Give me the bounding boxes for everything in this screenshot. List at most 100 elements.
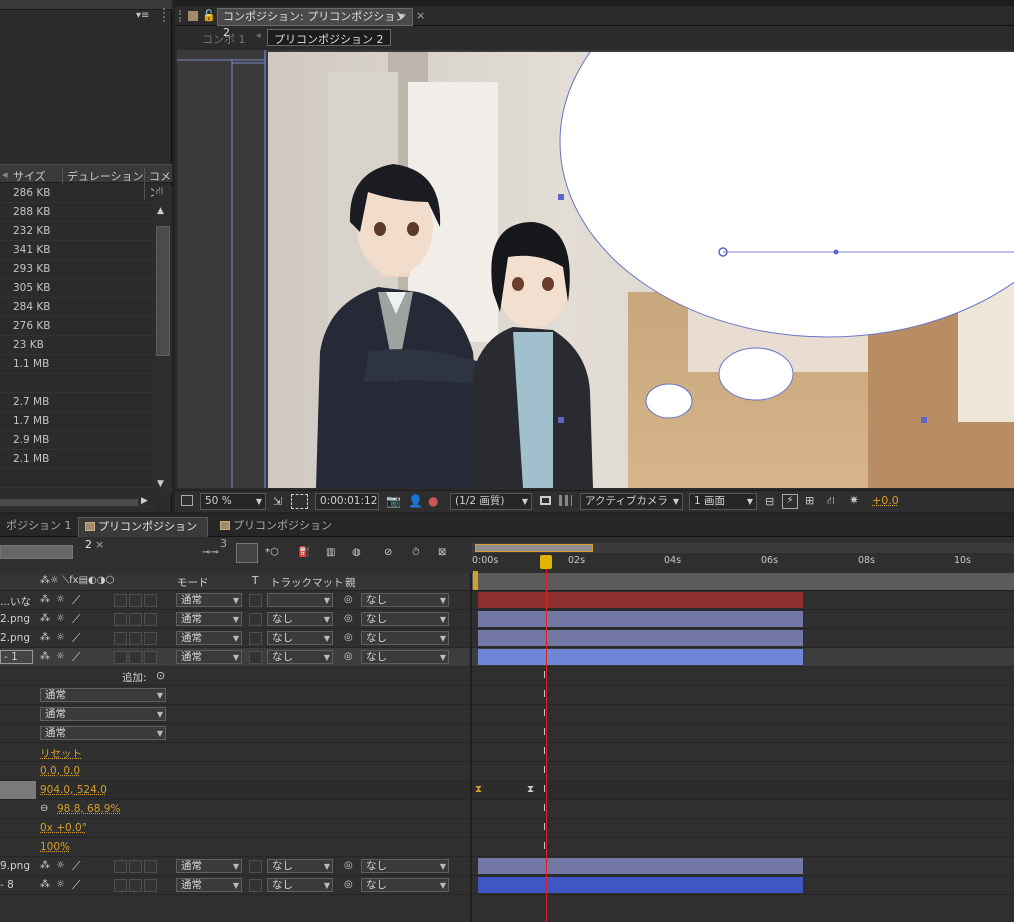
switch-box[interactable] <box>114 594 127 607</box>
collapse-icon[interactable]: ☼ <box>56 651 65 662</box>
list-item[interactable]: 2.7 MB <box>0 393 154 412</box>
layer-name[interactable]: - 1 <box>0 650 33 664</box>
scale-value[interactable]: 98.8, 68.9% <box>57 803 120 815</box>
list-item[interactable]: 1.7 MB <box>0 412 154 431</box>
pickwhip-icon[interactable]: ◎ <box>344 879 353 890</box>
collapse-icon[interactable]: ☼ <box>56 860 65 871</box>
lock-icon[interactable]: 🔓 <box>202 9 216 22</box>
time-navigator[interactable] <box>472 573 1014 590</box>
live-update-icon[interactable] <box>236 543 258 563</box>
parent-select[interactable]: なし ▼ <box>361 878 449 892</box>
list-item[interactable]: 293 KB <box>0 260 154 279</box>
tab-dropdown-icon[interactable]: ▼ <box>398 9 404 25</box>
scroll-up-icon[interactable]: ▲ <box>157 206 164 216</box>
layer-row[interactable]: 2.png ⁂ ☼ ⟋ 通常 ▼ なし ▼ ◎ なし ▼ <box>0 610 1014 629</box>
search-input[interactable] <box>0 545 73 559</box>
motion-blur-icon[interactable]: ◍ <box>352 547 361 558</box>
reset-link[interactable]: リセット <box>40 746 82 761</box>
mode-select[interactable]: 通常 ▼ <box>176 878 242 892</box>
timeline-icon[interactable]: ⊞ <box>805 494 814 507</box>
eye-icon[interactable]: ⁂ <box>40 860 50 871</box>
parent-select[interactable]: なし ▼ <box>361 859 449 873</box>
preserve-transparency-box[interactable] <box>249 594 262 607</box>
list-item[interactable]: 276 KB <box>0 317 154 336</box>
graph-editor-icon[interactable]: ⊠ <box>438 547 446 558</box>
list-item[interactable]: 2.1 MB <box>0 450 154 469</box>
pickwhip-icon[interactable]: ◎ <box>344 632 353 643</box>
column-trackmatte[interactable]: トラックマット <box>270 575 344 590</box>
timecode-field[interactable]: 0:00:01:12 <box>315 493 379 510</box>
trackmatte-select[interactable]: なし ▼ <box>267 878 333 892</box>
switch-box[interactable] <box>144 594 157 607</box>
switch-box[interactable] <box>129 613 142 626</box>
switch-box[interactable] <box>114 632 127 645</box>
trackmatte-select[interactable]: なし ▼ <box>267 631 333 645</box>
column-t[interactable]: T <box>252 575 258 587</box>
layer-duration-bar[interactable] <box>478 877 803 893</box>
resolution-select[interactable]: (1/2 画質) ▼ <box>450 493 532 510</box>
eye-icon[interactable]: ⁂ <box>40 651 50 662</box>
opacity-value[interactable]: 100% <box>40 841 70 853</box>
list-item[interactable]: 341 KB <box>0 241 154 260</box>
switch-box[interactable] <box>144 651 157 664</box>
layer-row[interactable]: ...いな ⁂ ☼ ⟋ 通常 ▼ ▼ ◎ なし ▼ <box>0 591 1014 610</box>
panel-menu-icon[interactable]: ▾≡ <box>136 10 149 21</box>
layer-duration-bar[interactable] <box>478 630 803 646</box>
work-area-track[interactable] <box>472 543 1014 553</box>
switch-box[interactable] <box>129 632 142 645</box>
current-time-indicator-head[interactable] <box>540 555 552 569</box>
preserve-transparency-box[interactable] <box>249 632 262 645</box>
tab-precomp-2[interactable]: プリコンポジション 2 × <box>78 517 208 551</box>
flowchart-icon[interactable]: ⛙ <box>156 186 163 199</box>
switch-box[interactable] <box>144 860 157 873</box>
exposure-value[interactable]: +0.0 <box>872 494 899 507</box>
layer-duration-bar[interactable] <box>478 611 803 627</box>
layer-row[interactable]: - 1 ⁂ ☼ ⟋ 通常 ▼ なし ▼ ◎ なし ▼ <box>0 648 1014 667</box>
toggle-pixel-icon[interactable]: ⊟ <box>765 495 774 508</box>
eye-icon[interactable]: ⁂ <box>40 879 50 890</box>
mode-select[interactable]: 通常 ▼ <box>176 650 242 664</box>
switch-box[interactable] <box>114 879 127 892</box>
quality-icon[interactable]: ⟋ <box>72 650 80 665</box>
blend-mode-select[interactable]: 通常 ▼ <box>40 688 166 702</box>
fit-icon[interactable]: ⇲ <box>273 495 282 508</box>
preserve-transparency-box[interactable] <box>249 860 262 873</box>
scroll-thumb[interactable] <box>156 226 170 356</box>
layer-name[interactable]: 2.png <box>0 613 30 625</box>
layer-duration-bar[interactable] <box>478 649 803 665</box>
list-item[interactable]: 2.9 MB <box>0 431 154 450</box>
list-item[interactable]: 305 KB <box>0 279 154 298</box>
list-item[interactable]: 23 KB <box>0 336 154 355</box>
collapse-icon[interactable]: ☼ <box>56 879 65 890</box>
composition-mini-flowchart-icon[interactable]: ⊸⊸ <box>202 547 219 558</box>
position-value[interactable]: 904.0, 524.0 <box>40 784 107 796</box>
scroll-down-icon[interactable]: ▼ <box>157 479 164 489</box>
zoom-select[interactable]: 50 % ▼ <box>200 493 266 510</box>
list-item[interactable]: 1.1 MB <box>0 355 154 374</box>
add-property-icon[interactable]: ⊙ <box>156 669 165 682</box>
pickwhip-icon[interactable]: ◎ <box>344 651 353 662</box>
parent-select[interactable]: なし ▼ <box>361 650 449 664</box>
switch-box[interactable] <box>129 860 142 873</box>
column-parent[interactable]: 親 <box>345 575 356 590</box>
blend-mode-select[interactable]: 通常 ▼ <box>40 726 166 740</box>
column-duration[interactable]: デュレーション <box>62 168 144 184</box>
parent-select[interactable]: なし ▼ <box>361 612 449 626</box>
collapse-icon[interactable]: ☼ <box>56 632 65 643</box>
trackmatte-select[interactable]: なし ▼ <box>267 650 333 664</box>
layer-duration-bar[interactable] <box>478 858 803 874</box>
column-mode[interactable]: モード <box>177 575 209 590</box>
composition-canvas[interactable] <box>268 52 1014 488</box>
layer-name[interactable]: 9.png <box>0 860 30 872</box>
constrain-proportions-icon[interactable]: ⊖ <box>40 803 48 814</box>
trackmatte-select[interactable]: なし ▼ <box>267 612 333 626</box>
layer-row[interactable]: - 8 ⁂ ☼ ⟋ 通常 ▼ なし ▼ ◎ なし ▼ <box>0 876 1014 895</box>
switch-box[interactable] <box>114 613 127 626</box>
layer-row[interactable]: 9.png ⁂ ☼ ⟋ 通常 ▼ なし ▼ ◎ なし ▼ <box>0 857 1014 876</box>
show-snapshot-icon[interactable]: 👤 <box>408 494 423 508</box>
switch-box[interactable] <box>144 613 157 626</box>
list-item[interactable]: 286 KB <box>0 184 154 203</box>
quality-icon[interactable]: ⟋ <box>72 631 80 646</box>
camera-select[interactable]: アクティブカメラ ▼ <box>580 493 683 510</box>
layer-row[interactable]: 2.png ⁂ ☼ ⟋ 通常 ▼ なし ▼ ◎ なし ▼ <box>0 629 1014 648</box>
